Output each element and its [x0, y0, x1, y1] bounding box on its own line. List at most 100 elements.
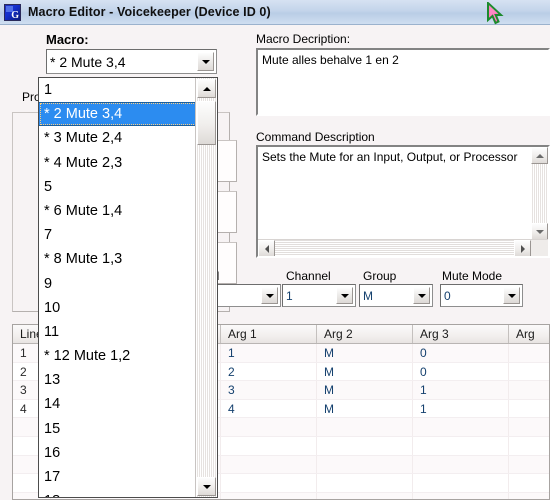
channel-value: 1: [286, 288, 293, 303]
table-cell[interactable]: [221, 418, 317, 436]
macro-dropdown-item[interactable]: 18: [39, 489, 197, 497]
group-combobox-toggle[interactable]: [413, 287, 430, 304]
macro-dropdown-item[interactable]: * 8 Mute 1,3: [39, 247, 197, 271]
table-cell[interactable]: [317, 436, 413, 455]
app-icon: [4, 3, 21, 21]
table-cell[interactable]: 1: [413, 381, 509, 399]
macro-dropdown-item[interactable]: 16: [39, 441, 197, 465]
chevron-down-icon: [340, 293, 349, 298]
macro-dropdown-item[interactable]: * 3 Mute 2,4: [39, 126, 197, 150]
macro-dropdown-item[interactable]: 15: [39, 417, 197, 441]
table-cell[interactable]: [413, 455, 509, 474]
table-cell[interactable]: 0: [413, 362, 509, 381]
command-description-scroll-down-button[interactable]: [531, 223, 548, 240]
table-cell[interactable]: [221, 474, 317, 492]
command-description-vscrollbar[interactable]: [531, 147, 548, 240]
table-cell[interactable]: [413, 418, 509, 436]
macro-dropdown-item[interactable]: * 6 Mute 1,4: [39, 199, 197, 223]
mute-mode-combobox-toggle[interactable]: [503, 287, 520, 304]
macro-dropdown-item[interactable]: 5: [39, 175, 197, 199]
table-cell[interactable]: [221, 455, 317, 474]
table-cell[interactable]: [509, 437, 549, 455]
chevron-down-icon: [265, 293, 274, 298]
macro-dropdown-item[interactable]: * 2 Mute 3,4: [39, 102, 197, 127]
table-cell[interactable]: [509, 381, 549, 399]
table-cell[interactable]: 4: [221, 399, 317, 418]
table-cell[interactable]: [509, 363, 549, 381]
command-param-toggle[interactable]: [261, 287, 278, 304]
macro-dropdown-items[interactable]: 1 * 2 Mute 3,4 * 3 Mute 2,4 * 4 Mute 2,3 5 * …: [39, 78, 197, 497]
table-cell[interactable]: [317, 455, 413, 474]
grid-column-header[interactable]: Arg: [509, 325, 549, 343]
macro-dropdown-item[interactable]: 1: [39, 78, 197, 102]
table-cell[interactable]: M: [317, 381, 413, 399]
table-cell[interactable]: [221, 436, 317, 455]
table-cell[interactable]: [509, 418, 549, 436]
table-cell[interactable]: M: [317, 362, 413, 381]
macro-dropdown-item[interactable]: 7: [39, 223, 197, 247]
scroll-up-arrow-icon: [202, 86, 211, 91]
table-cell[interactable]: M: [317, 399, 413, 418]
macro-dropdown-list[interactable]: 1 * 2 Mute 3,4 * 3 Mute 2,4 * 4 Mute 2,3 5 * …: [38, 77, 218, 498]
table-cell[interactable]: 0: [413, 344, 509, 362]
window-title: Macro Editor - Voicekeeper (Device ID 0): [28, 5, 271, 19]
macro-dropdown-item[interactable]: 9: [39, 272, 197, 296]
macro-dropdown-item[interactable]: * 4 Mute 2,3: [39, 151, 197, 175]
table-cell[interactable]: 2: [221, 362, 317, 381]
grid-column-header[interactable]: Arg 2: [317, 325, 413, 343]
command-description-vscroll-track[interactable]: [531, 164, 548, 223]
table-cell[interactable]: [509, 456, 549, 474]
command-description-scroll-right-button[interactable]: [514, 240, 531, 256]
scroll-down-arrow-icon: [535, 229, 544, 234]
table-cell[interactable]: [509, 400, 549, 418]
group-combobox[interactable]: M: [359, 284, 433, 307]
macro-description-text: Mute alles behalve 1 en 2: [262, 53, 399, 67]
command-description-hscrollbar[interactable]: [258, 239, 548, 256]
macro-description-textarea[interactable]: Mute alles behalve 1 en 2: [256, 48, 550, 116]
chevron-down-icon: [507, 293, 516, 298]
macro-dropdown-item[interactable]: 14: [39, 392, 197, 416]
command-description-textarea[interactable]: Sets the Mute for an Input, Output, or P…: [256, 145, 550, 258]
mute-mode-combobox[interactable]: 0: [440, 284, 523, 307]
macro-combobox-toggle[interactable]: [197, 52, 214, 71]
channel-combobox[interactable]: 1: [282, 284, 356, 307]
table-cell[interactable]: [509, 474, 549, 492]
macro-dropdown-item[interactable]: 10: [39, 296, 197, 320]
table-cell[interactable]: [317, 474, 413, 492]
table-cell[interactable]: [221, 492, 317, 499]
chevron-down-icon: [201, 59, 210, 64]
macro-dropdown-item[interactable]: 17: [39, 465, 197, 489]
grid-column-header[interactable]: Arg 3: [413, 325, 509, 343]
macro-combobox[interactable]: * 2 Mute 3,4: [46, 49, 217, 74]
macro-dropdown-item[interactable]: 13: [39, 368, 197, 392]
scroll-right-arrow-icon: [520, 244, 525, 253]
table-cell[interactable]: [509, 493, 549, 499]
table-cell[interactable]: 1: [413, 399, 509, 418]
macro-dropdown-scroll-up-button[interactable]: [197, 79, 216, 98]
macro-dropdown-scrollbar[interactable]: [195, 78, 217, 497]
macro-dropdown-item[interactable]: * 12 Mute 1,2: [39, 344, 197, 368]
table-cell[interactable]: [317, 492, 413, 499]
scroll-down-arrow-icon: [202, 484, 211, 489]
macro-editor-window: Macro Editor - Voicekeeper (Device ID 0)…: [0, 0, 550, 500]
macro-dropdown-item[interactable]: 11: [39, 320, 197, 344]
channel-combobox-toggle[interactable]: [336, 287, 353, 304]
macro-dropdown-scroll-thumb[interactable]: [197, 101, 216, 145]
command-description-scroll-up-button[interactable]: [531, 147, 548, 164]
table-cell[interactable]: [317, 418, 413, 436]
table-cell[interactable]: [413, 436, 509, 455]
macro-dropdown-scroll-down-button[interactable]: [197, 477, 216, 496]
table-cell[interactable]: M: [317, 344, 413, 362]
command-description-scroll-left-button[interactable]: [258, 240, 275, 256]
table-cell[interactable]: 1: [221, 344, 317, 362]
mute-mode-label: Mute Mode: [442, 269, 503, 283]
macro-description-label: Macro Decription:: [256, 32, 351, 46]
table-cell[interactable]: [413, 474, 509, 492]
macro-label: Macro:: [46, 32, 89, 47]
table-cell[interactable]: [509, 344, 549, 362]
group-value: M: [363, 288, 373, 303]
title-bar: Macro Editor - Voicekeeper (Device ID 0): [0, 0, 550, 25]
table-cell[interactable]: 3: [221, 381, 317, 399]
table-cell[interactable]: [413, 492, 509, 499]
grid-column-header[interactable]: Arg 1: [221, 325, 317, 343]
